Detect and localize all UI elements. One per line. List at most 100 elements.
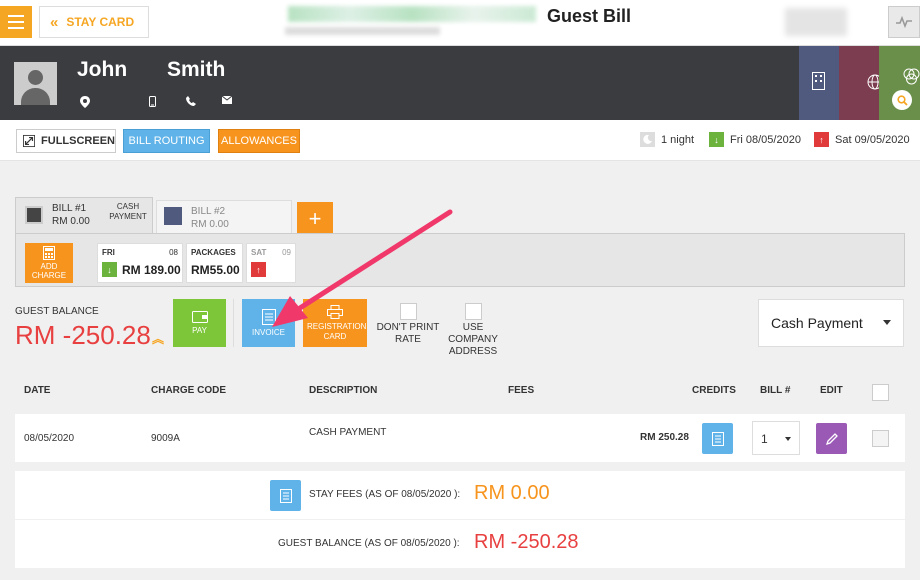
search-badge-icon[interactable] (892, 90, 912, 110)
day-card-fri[interactable]: FRI 08 ↓ RM 189.00 (97, 243, 183, 283)
row-invoice-button[interactable] (702, 423, 733, 454)
page-title: Guest Bill (547, 6, 632, 26)
allowances-button[interactable]: ALLOWANCES (218, 129, 300, 153)
overlap-circles-icon (903, 68, 920, 85)
row-date: 08/05/2020 (24, 433, 75, 444)
bill-routing-button[interactable]: BILL ROUTING (123, 129, 210, 153)
mobile-icon[interactable] (149, 96, 156, 107)
row-checkbox[interactable] (872, 430, 889, 447)
avatar-body (21, 88, 50, 105)
day-label: FRI (102, 248, 115, 257)
activity-button[interactable] (888, 6, 920, 38)
bill-toolbar: FULLSCREEN BILL ROUTING ALLOWANCES 1 nig… (0, 120, 920, 161)
arrival-info: ↓ Fri 08/05/2020 (709, 132, 801, 147)
top-bar: « STAY CARD Guest Bill (0, 0, 920, 46)
document-icon (261, 309, 276, 325)
menu-button[interactable] (0, 6, 32, 38)
row-description: CASH PAYMENT (309, 427, 387, 438)
add-bill-button[interactable]: + (297, 202, 333, 235)
bill-1-amount: RM 0.00 (52, 216, 90, 227)
payment-method-select[interactable]: Cash Payment (758, 299, 904, 347)
bill-tab-2[interactable]: BILL #2 RM 0.00 (156, 200, 292, 233)
stay-card-label: STAY CARD (66, 15, 135, 29)
user-info-blurred (785, 8, 847, 36)
building-icon (812, 72, 825, 90)
header-charge-code: CHARGE CODE (151, 385, 227, 396)
day-date: 09 (282, 248, 291, 257)
menu-icon-line (8, 27, 24, 29)
building-thumbnail-icon (164, 207, 182, 225)
expand-icon (23, 134, 36, 148)
summary-balance-value: RM -250.28 (474, 531, 579, 553)
summary-balance-label: GUEST BALANCE (AS OF 08/05/2020 ): (278, 538, 460, 549)
printer-icon (327, 304, 343, 319)
guest-balance-row: GUEST BALANCE (AS OF 08/05/2020 ): RM -2… (15, 520, 905, 568)
add-charge-label: ADD CHARGE (31, 262, 67, 280)
bill-tabs-area: BILL #1 RM 0.00 CASH PAYMENT BILL #2 RM … (15, 197, 905, 287)
caret-down-icon (785, 437, 791, 441)
hotel-name-blurred (288, 6, 536, 22)
add-charge-button[interactable]: ADD CHARGE (25, 243, 73, 283)
departure-info: ↑ Sat 09/05/2020 (814, 132, 910, 147)
globe-tab[interactable] (839, 46, 883, 120)
day-card-packages[interactable]: PACKAGES RM55.00 (186, 243, 243, 283)
divider (233, 299, 234, 347)
day-card-sat[interactable]: SAT 09 ↑ (246, 243, 296, 283)
packages-amount: RM55.00 (191, 263, 240, 277)
bill-panel: ADD CHARGE FRI 08 ↓ RM 189.00 PACKAGES R… (15, 233, 905, 287)
day-date: 08 (169, 248, 178, 257)
bill-number-value: 1 (761, 432, 768, 446)
circles-tab[interactable] (879, 46, 920, 120)
location-icon[interactable] (80, 96, 90, 108)
building-tab[interactable] (799, 46, 839, 120)
row-credits: RM 250.28 (640, 432, 689, 443)
caret-down-icon (883, 320, 891, 325)
stay-fees-invoice-button[interactable] (270, 480, 301, 511)
activity-icon (896, 16, 912, 28)
stay-fees-label: STAY FEES (AS OF 08/05/2020 ): (309, 489, 461, 500)
document-icon (711, 431, 724, 446)
row-charge-code: 9009A (151, 433, 180, 444)
header-credits: CREDITS (692, 385, 736, 396)
nights-label: 1 night (661, 133, 695, 146)
bill-1-type: CASH PAYMENT (109, 202, 147, 221)
phone-icon[interactable] (186, 96, 196, 106)
payment-method-value: Cash Payment (771, 315, 863, 331)
bill-1-name: BILL #1 (52, 203, 87, 214)
double-chevron-up-icon[interactable]: ︽ (152, 330, 164, 347)
select-all-checkbox[interactable] (872, 384, 889, 401)
invoice-button[interactable]: INVOICE (242, 299, 295, 347)
bill-tab-1[interactable]: BILL #1 RM 0.00 CASH PAYMENT (15, 197, 153, 233)
header-edit: EDIT (820, 385, 843, 396)
edit-button[interactable] (816, 423, 847, 454)
departure-arrow-icon: ↑ (251, 262, 266, 277)
header-date: DATE (24, 385, 51, 396)
pay-button[interactable]: PAY (173, 299, 226, 347)
menu-icon-line (8, 15, 24, 17)
registration-card-label: REGISTRATION CARD (307, 321, 367, 341)
guest-balance-label: GUEST BALANCE (15, 306, 99, 317)
invoice-label: INVOICE (252, 328, 285, 337)
pay-label: PAY (192, 326, 207, 335)
menu-icon-line (8, 21, 24, 23)
header-bill: BILL # (760, 385, 791, 396)
guest-first-name: John (77, 58, 128, 81)
document-icon (279, 488, 292, 503)
use-company-address-checkbox[interactable] (465, 303, 482, 320)
bill-number-select[interactable]: 1 (752, 421, 800, 455)
moon-icon (640, 132, 655, 147)
calculator-icon (43, 246, 55, 260)
use-company-address-label: USE COMPANY ADDRESS (448, 322, 498, 357)
arrival-arrow-icon: ↓ (102, 262, 117, 277)
email-icon[interactable] (222, 96, 232, 104)
bill-2-amount: RM 0.00 (191, 219, 229, 230)
registration-card-button[interactable]: REGISTRATION CARD (303, 299, 367, 347)
day-label: SAT (251, 248, 267, 257)
dont-print-rate-checkbox[interactable] (400, 303, 417, 320)
day-amount: RM 189.00 (122, 263, 181, 277)
table-row: 08/05/2020 9009A CASH PAYMENT RM 250.28 … (15, 414, 905, 462)
hotel-subtitle-blurred (285, 27, 440, 35)
departure-arrow-icon: ↑ (814, 132, 829, 147)
fullscreen-button[interactable]: FULLSCREEN (16, 129, 116, 153)
stay-card-button[interactable]: « STAY CARD (39, 6, 149, 38)
